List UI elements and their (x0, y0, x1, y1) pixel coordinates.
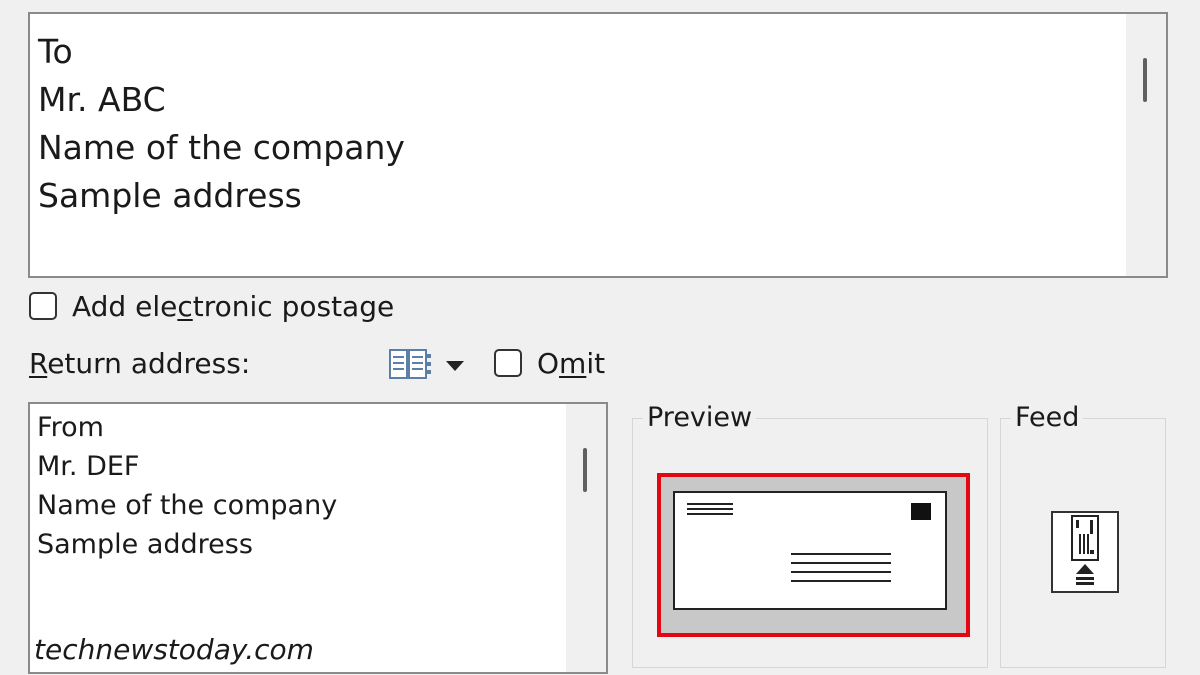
envelope-feed-icon[interactable] (1050, 510, 1120, 594)
feed-title: Feed (1011, 401, 1084, 435)
return-address-scroll-thumb[interactable] (583, 448, 587, 492)
envelope-preview[interactable] (657, 473, 970, 637)
delivery-address-scroll-thumb[interactable] (1143, 58, 1147, 102)
envelope-icon (673, 491, 947, 610)
watermark: technewstoday.com (34, 633, 314, 666)
omit-checkbox[interactable] (494, 349, 522, 377)
return-address-scrollbar[interactable] (566, 404, 606, 672)
dropdown-arrow-icon[interactable] (444, 358, 466, 372)
return-address-label: Return address: (29, 347, 251, 380)
stamp-icon (911, 503, 931, 520)
return-address-textbox[interactable]: From Mr. DEF Name of the company Sample … (28, 402, 608, 674)
preview-title: Preview (643, 401, 757, 435)
add-electronic-postage-checkbox[interactable] (29, 292, 57, 320)
delivery-address-text[interactable]: To Mr. ABC Name of the company Sample ad… (38, 28, 405, 220)
address-book-icon[interactable] (388, 348, 432, 380)
omit-label[interactable]: Omit (537, 347, 605, 380)
return-address-text[interactable]: From Mr. DEF Name of the company Sample … (37, 408, 337, 564)
add-electronic-postage-label[interactable]: Add electronic postage (72, 290, 394, 323)
delivery-address-textbox[interactable]: To Mr. ABC Name of the company Sample ad… (28, 12, 1168, 278)
delivery-address-scrollbar[interactable] (1126, 14, 1166, 276)
